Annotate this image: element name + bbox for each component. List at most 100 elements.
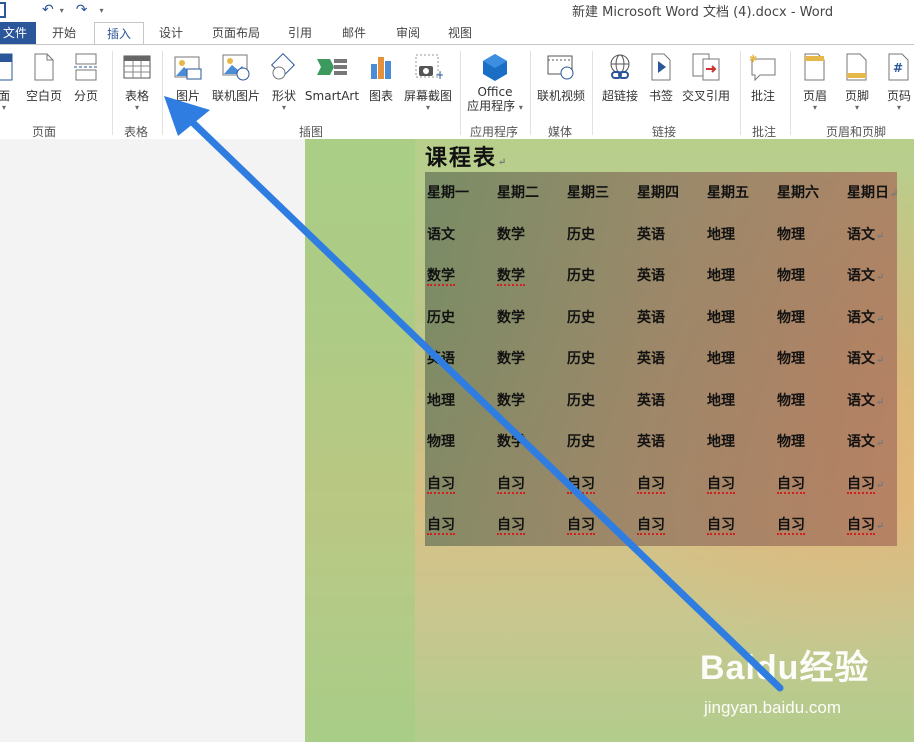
table-header-cell[interactable]: 星期一: [427, 172, 469, 214]
table-cell[interactable]: 物理: [777, 421, 805, 463]
table-cell[interactable]: 历史: [427, 297, 455, 339]
table-cell[interactable]: 地理: [707, 338, 735, 380]
table-cell[interactable]: 自习: [777, 463, 805, 505]
shapes-button[interactable]: 形状 ▾: [268, 51, 300, 113]
table-cell[interactable]: 历史: [567, 214, 595, 256]
table-cell[interactable]: 地理: [707, 380, 735, 422]
table-row[interactable]: 英语 数学 历史 英语 地理 物理 语文↵: [425, 338, 914, 380]
table-cell[interactable]: 物理: [777, 338, 805, 380]
table-cell[interactable]: 语文↵: [847, 297, 884, 339]
tab-review[interactable]: 审阅: [388, 22, 428, 44]
schedule-table[interactable]: 星期一 星期二 星期三 星期四 星期五 星期六 星期日↵ 语文 数学 历史 英语 地理 物理 语文↵ 数学数…: [425, 172, 898, 546]
table-cell[interactable]: 自习: [427, 504, 455, 546]
table-cell[interactable]: 英语: [427, 338, 455, 380]
table-cell[interactable]: 英语: [637, 338, 665, 380]
smartart-button[interactable]: SmartArt: [304, 51, 360, 103]
online-picture-button[interactable]: 联机图片: [210, 51, 262, 103]
online-video-button[interactable]: 联机视频: [534, 51, 588, 103]
table-cell[interactable]: 自习↵: [847, 463, 884, 505]
table-cell[interactable]: 英语: [637, 380, 665, 422]
table-button[interactable]: 表格 ▾: [120, 51, 154, 113]
table-cell[interactable]: 英语: [637, 297, 665, 339]
tab-insert[interactable]: 插入: [94, 22, 144, 45]
header-button[interactable]: 页眉 ▾: [798, 51, 832, 113]
table-cell[interactable]: 数学: [497, 255, 525, 297]
table-cell[interactable]: 数学: [497, 380, 525, 422]
table-cell[interactable]: 自习: [497, 504, 525, 546]
tab-view[interactable]: 视图: [440, 22, 480, 44]
table-cell[interactable]: 物理: [777, 380, 805, 422]
tab-design[interactable]: 设计: [150, 22, 192, 44]
table-cell[interactable]: 物理: [777, 255, 805, 297]
customize-qat-icon[interactable]: ▾: [99, 6, 103, 15]
tab-page-layout[interactable]: 页面布局: [206, 22, 266, 44]
table-cell[interactable]: 语文↵: [847, 421, 884, 463]
tab-file[interactable]: 文件: [0, 22, 36, 44]
cross-reference-button[interactable]: 交叉引用: [680, 51, 732, 103]
table-cell[interactable]: 地理: [707, 297, 735, 339]
table-cell[interactable]: 历史: [567, 255, 595, 297]
table-cell[interactable]: 历史: [567, 421, 595, 463]
page-number-button[interactable]: # 页码 ▾: [882, 51, 914, 113]
table-cell[interactable]: 历史: [567, 297, 595, 339]
table-cell[interactable]: 语文↵: [847, 214, 884, 256]
table-cell[interactable]: 自习: [777, 504, 805, 546]
tab-mailings[interactable]: 邮件: [334, 22, 374, 44]
table-header-cell[interactable]: 星期日↵: [847, 172, 898, 214]
table-header-cell[interactable]: 星期三: [567, 172, 609, 214]
table-row[interactable]: 语文 数学 历史 英语 地理 物理 语文↵: [425, 214, 914, 256]
table-cell[interactable]: 语文: [427, 214, 455, 256]
redo-icon[interactable]: ↷: [76, 2, 88, 18]
table-cell[interactable]: 数学: [497, 214, 525, 256]
picture-button[interactable]: 图片: [170, 51, 206, 103]
table-cell[interactable]: 自习: [497, 463, 525, 505]
table-cell[interactable]: 历史: [567, 380, 595, 422]
table-cell[interactable]: 地理: [707, 214, 735, 256]
table-cell[interactable]: 自习: [567, 463, 595, 505]
table-cell[interactable]: 历史: [567, 338, 595, 380]
hyperlink-button[interactable]: 超链接: [598, 51, 642, 103]
table-header-cell[interactable]: 星期二: [497, 172, 539, 214]
table-cell[interactable]: 物理: [427, 421, 455, 463]
table-cell[interactable]: 物理: [777, 297, 805, 339]
table-cell[interactable]: 数学: [427, 255, 455, 297]
undo-icon[interactable]: ↶: [42, 2, 54, 18]
table-row[interactable]: 数学 数学 历史 英语 地理 物理 语文↵: [425, 255, 914, 297]
page-break-button[interactable]: 分页: [70, 51, 102, 103]
table-cell[interactable]: 自习: [707, 463, 735, 505]
chart-button[interactable]: 图表: [366, 51, 396, 103]
table-header-cell[interactable]: 星期四: [637, 172, 679, 214]
table-cell[interactable]: 地理: [707, 255, 735, 297]
table-cell[interactable]: 英语: [637, 255, 665, 297]
cover-page-button[interactable]: 面 ▾: [0, 51, 18, 113]
table-cell[interactable]: 英语: [637, 421, 665, 463]
table-header-cell[interactable]: 星期五: [707, 172, 749, 214]
screenshot-button[interactable]: + 屏幕截图 ▾: [402, 51, 454, 113]
table-cell[interactable]: 数学: [497, 421, 525, 463]
tab-home[interactable]: 开始: [44, 22, 84, 44]
table-row[interactable]: 自习 自习 自习 自习 自习 自习 自习↵: [425, 504, 914, 546]
undo-dropdown-icon[interactable]: ▾: [60, 6, 64, 15]
table-cell[interactable]: 语文↵: [847, 380, 884, 422]
table-cell[interactable]: 自习: [707, 504, 735, 546]
table-row[interactable]: 地理 数学 历史 英语 地理 物理 语文↵: [425, 380, 914, 422]
table-cell[interactable]: 自习: [637, 463, 665, 505]
save-icon[interactable]: [0, 2, 6, 18]
table-row[interactable]: 物理 数学 历史 英语 地理 物理 语文↵: [425, 421, 914, 463]
table-cell[interactable]: 地理: [427, 380, 455, 422]
table-cell[interactable]: 自习: [567, 504, 595, 546]
table-cell[interactable]: 数学: [497, 338, 525, 380]
footer-button[interactable]: 页脚 ▾: [840, 51, 874, 113]
document-title[interactable]: 课程表↵: [425, 140, 508, 172]
table-cell[interactable]: 自习↵: [847, 504, 884, 546]
table-cell[interactable]: 数学: [497, 297, 525, 339]
table-row[interactable]: 自习 自习 自习 自习 自习 自习 自习↵: [425, 463, 914, 505]
table-cell[interactable]: 自习: [637, 504, 665, 546]
table-cell[interactable]: 语文↵: [847, 338, 884, 380]
tab-references[interactable]: 引用: [280, 22, 320, 44]
new-comment-button[interactable]: ✱ 批注: [746, 51, 780, 103]
office-apps-button[interactable]: Office 应用程序 ▾: [464, 51, 526, 115]
table-cell[interactable]: 语文↵: [847, 255, 884, 297]
table-cell[interactable]: 地理: [707, 421, 735, 463]
table-cell[interactable]: 物理: [777, 214, 805, 256]
